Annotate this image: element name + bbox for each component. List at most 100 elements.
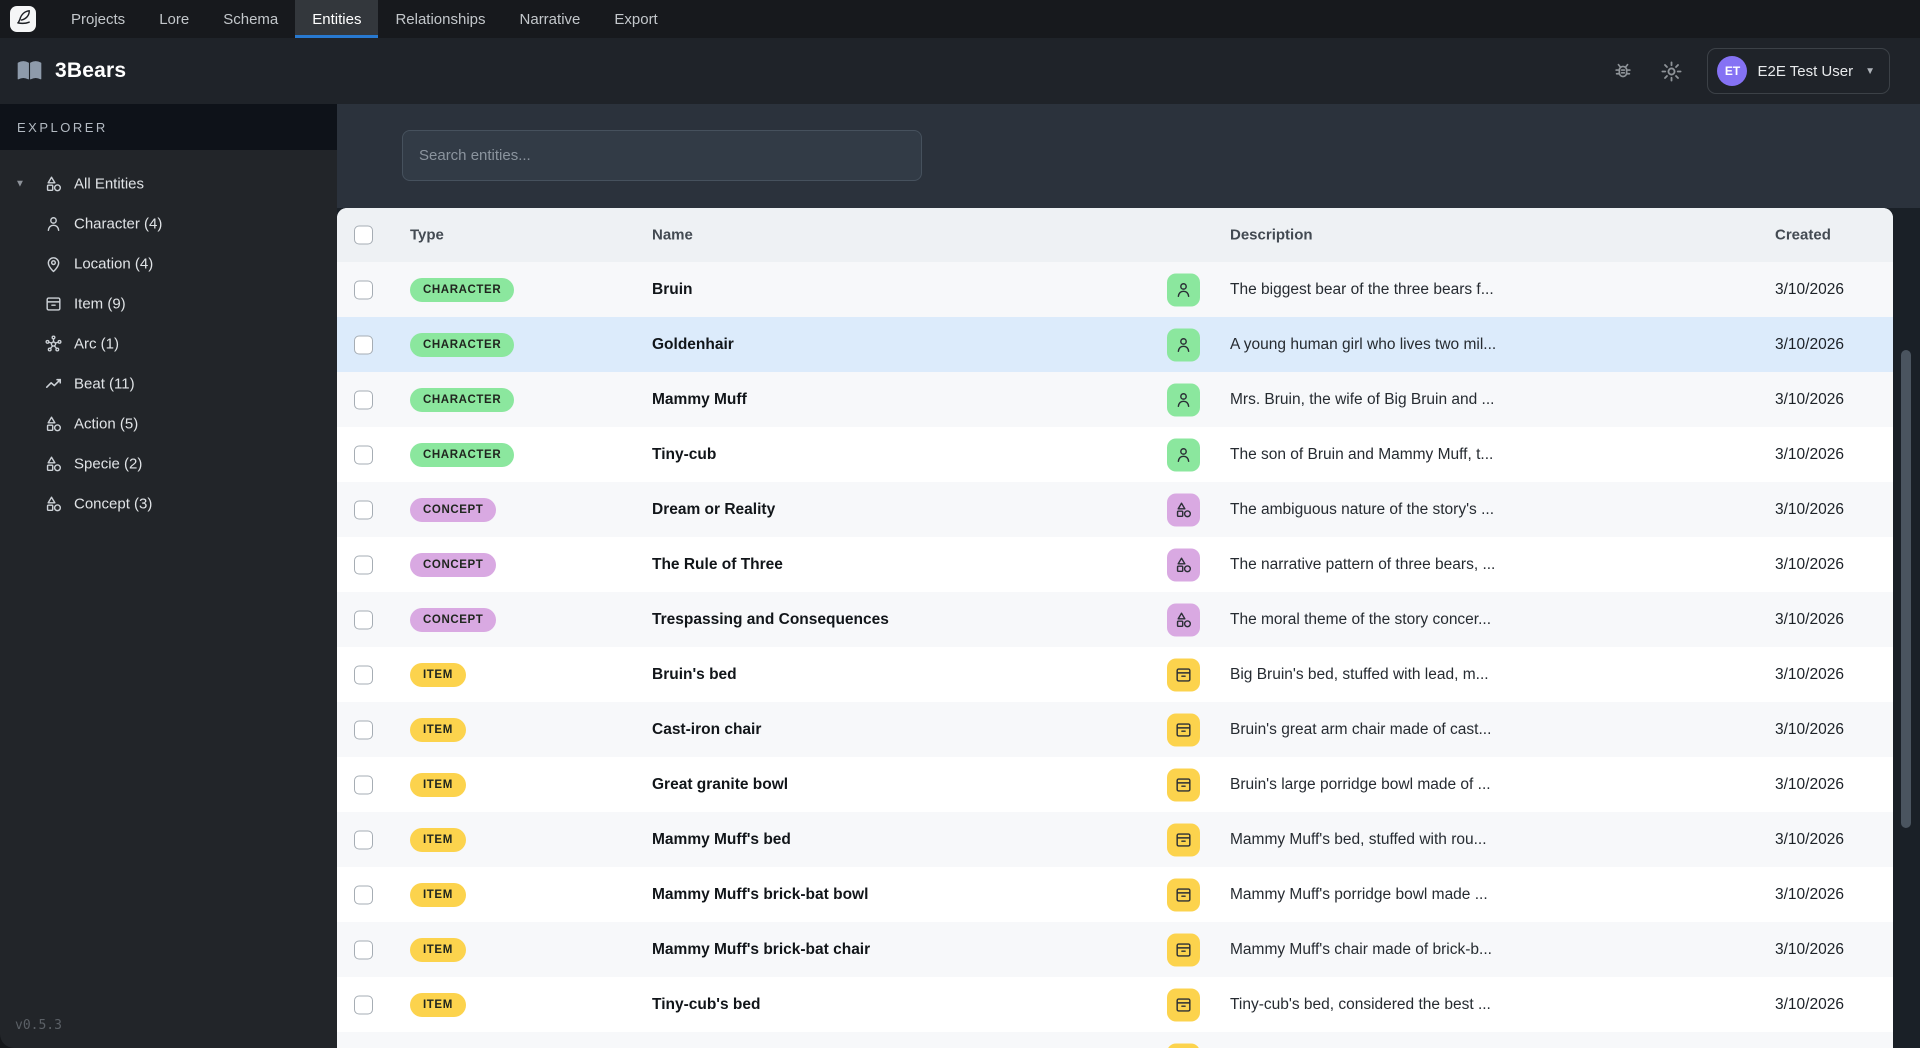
row-checkbox[interactable] [354, 555, 373, 574]
caret-down-icon[interactable]: ▼ [15, 179, 25, 190]
entity-name[interactable]: Bruin [652, 281, 692, 299]
search-input[interactable] [402, 130, 922, 181]
sidebar-item-item[interactable]: Item (9) [0, 284, 337, 324]
entity-description: Mammy Muff's porridge bowl made ... [1230, 885, 1488, 903]
sidebar-item-action[interactable]: Action (5) [0, 404, 337, 444]
table-row[interactable]: ITEMTiny-cub's bowlTiny-cub's porridge b… [337, 1032, 1893, 1048]
archive-box-icon [1167, 823, 1200, 856]
row-checkbox[interactable] [354, 775, 373, 794]
table-row[interactable]: ITEM Great granite bowl Bruin's large porr… [337, 757, 1893, 812]
row-checkbox[interactable] [354, 665, 373, 684]
scrollbar-thumb[interactable] [1901, 350, 1911, 828]
table-row[interactable]: CHARACTER Tiny-cub The son of Bruin and Ma… [337, 427, 1893, 482]
type-badge: CONCEPT [410, 552, 497, 577]
entity-name[interactable]: Cast-iron chair [652, 721, 761, 739]
table-row[interactable]: ITEM Mammy Muff's brick-bat bowl Mammy Muf… [337, 867, 1893, 922]
explorer-section-label: EXPLORER [0, 104, 337, 150]
row-checkbox[interactable] [354, 500, 373, 519]
row-checkbox[interactable] [354, 335, 373, 354]
sidebar-item-concept[interactable]: Concept (3) [0, 484, 337, 524]
entity-name[interactable]: Mammy Muff's brick-bat chair [652, 941, 870, 959]
user-menu[interactable]: ET E2E Test User ▼ [1707, 48, 1890, 94]
hub-icon [44, 335, 63, 354]
entity-description: Bruin's large porridge bowl made of ... [1230, 775, 1491, 793]
row-checkbox[interactable] [354, 390, 373, 409]
table-row[interactable]: CONCEPT Trespassing and Consequences The m… [337, 592, 1893, 647]
entity-created: 3/10/2026 [1775, 995, 1844, 1013]
archive-box-icon [1167, 658, 1200, 691]
entity-name[interactable]: The Rule of Three [652, 556, 783, 574]
sidebar-item-label: Action (5) [74, 415, 139, 433]
table-row[interactable]: CONCEPT The Rule of Three The narrative pa… [337, 537, 1893, 592]
column-created[interactable]: Created [1775, 227, 1831, 244]
sidebar-item-label: All Entities [74, 175, 145, 193]
table-row[interactable]: ITEM Mammy Muff's brick-bat chair Mammy Mu… [337, 922, 1893, 977]
table-row[interactable]: ITEM Mammy Muff's bed Mammy Muff's bed, st… [337, 812, 1893, 867]
entity-description: The moral theme of the story concer... [1230, 610, 1492, 628]
archive-box-icon [1167, 713, 1200, 746]
row-checkbox[interactable] [354, 830, 373, 849]
entity-created: 3/10/2026 [1775, 335, 1844, 353]
nav-tab-projects[interactable]: Projects [54, 0, 142, 38]
entity-created: 3/10/2026 [1775, 940, 1844, 958]
sidebar-item-all-entities[interactable]: ▼ All Entities [0, 164, 337, 204]
entity-name[interactable]: Bruin's bed [652, 666, 737, 684]
table-row[interactable]: ITEM Bruin's bed Big Bruin's bed, stuffed … [337, 647, 1893, 702]
table-row[interactable]: CHARACTER Mammy Muff Mrs. Bruin, the wife … [337, 372, 1893, 427]
sidebar-item-location[interactable]: Location (4) [0, 244, 337, 284]
sidebar-item-arc[interactable]: Arc (1) [0, 324, 337, 364]
table-row[interactable]: ITEM Tiny-cub's bed Tiny-cub's bed, consid… [337, 977, 1893, 1032]
entity-description: Mrs. Bruin, the wife of Big Bruin and ..… [1230, 390, 1495, 408]
entity-name[interactable]: Mammy Muff [652, 391, 747, 409]
row-checkbox[interactable] [354, 445, 373, 464]
entity-name[interactable]: Goldenhair [652, 336, 734, 354]
sidebar-item-label: Concept (3) [74, 495, 153, 513]
type-badge: ITEM [410, 717, 466, 742]
row-checkbox[interactable] [354, 995, 373, 1014]
table-row[interactable]: ITEM Cast-iron chair Bruin's great arm cha… [337, 702, 1893, 757]
entity-name[interactable]: Dream or Reality [652, 501, 775, 519]
sidebar-item-specie[interactable]: Specie (2) [0, 444, 337, 484]
entity-name[interactable]: Tiny-cub [652, 446, 716, 464]
settings-gear-button[interactable] [1660, 60, 1683, 83]
sidebar-item-beat[interactable]: Beat (11) [0, 364, 337, 404]
table-row[interactable]: CHARACTER Bruin The biggest bear of the th… [337, 262, 1893, 317]
nav-tab-entities[interactable]: Entities [295, 0, 379, 38]
nav-tab-relationships[interactable]: Relationships [378, 0, 502, 38]
row-checkbox[interactable] [354, 885, 373, 904]
nav-tabs: Projects Lore Schema Entities Relationships N… [54, 0, 675, 38]
entity-name[interactable]: Mammy Muff's brick-bat bowl [652, 886, 868, 904]
archive-box-icon [1167, 768, 1200, 801]
person-icon [1167, 328, 1200, 361]
row-checkbox[interactable] [354, 610, 373, 629]
row-checkbox[interactable] [354, 940, 373, 959]
nav-tab-export[interactable]: Export [597, 0, 674, 38]
entity-description: Big Bruin's bed, stuffed with lead, m... [1230, 665, 1489, 683]
type-badge: CHARACTER [410, 332, 515, 357]
column-name[interactable]: Name [652, 227, 693, 244]
bug-report-button[interactable] [1612, 60, 1634, 82]
select-all-checkbox[interactable] [354, 225, 373, 245]
explorer-sidebar: EXPLORER ▼ All Entities Character (4) Locat… [0, 104, 337, 1048]
entity-name[interactable]: Great granite bowl [652, 776, 788, 794]
entity-name[interactable]: Trespassing and Consequences [652, 611, 889, 629]
column-description[interactable]: Description [1230, 227, 1313, 244]
entity-description: The biggest bear of the three bears f... [1230, 280, 1494, 298]
entity-created: 3/10/2026 [1775, 885, 1844, 903]
sidebar-item-label: Location (4) [74, 255, 154, 273]
row-checkbox[interactable] [354, 720, 373, 739]
row-checkbox[interactable] [354, 280, 373, 299]
nav-tab-narrative[interactable]: Narrative [503, 0, 598, 38]
column-type[interactable]: Type [410, 227, 444, 244]
shapes-icon [44, 495, 63, 514]
entity-name[interactable]: Tiny-cub's bed [652, 996, 760, 1014]
type-badge: ITEM [410, 882, 466, 907]
trending-line-icon [44, 375, 63, 394]
nav-tab-lore[interactable]: Lore [142, 0, 206, 38]
table-row[interactable]: CONCEPT Dream or Reality The ambiguous nat… [337, 482, 1893, 537]
entity-name[interactable]: Mammy Muff's bed [652, 831, 791, 849]
sidebar-item-character[interactable]: Character (4) [0, 204, 337, 244]
shapes-icon [44, 415, 63, 434]
nav-tab-schema[interactable]: Schema [206, 0, 295, 38]
table-row[interactable]: CHARACTER Goldenhair A young human girl wh… [337, 317, 1893, 372]
